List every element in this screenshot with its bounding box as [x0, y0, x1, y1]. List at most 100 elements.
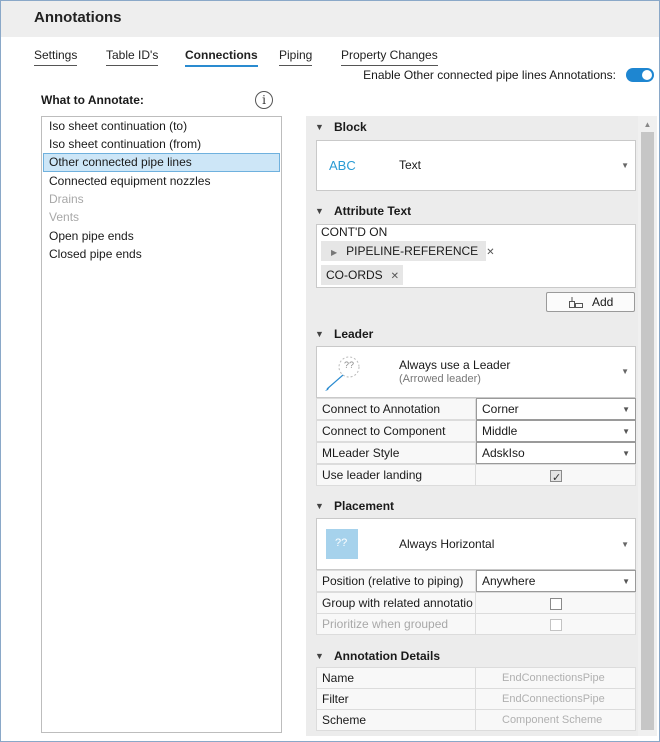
leader-type-dropdown[interactable]: ?? Always use a Leader (Arrowed leader) … [316, 346, 636, 398]
group-with-related-checkbox[interactable] [550, 598, 562, 610]
section-block-header[interactable]: ▼ Block [306, 116, 638, 138]
tab-table-ids[interactable]: Table ID's [106, 48, 159, 66]
prop-key: MLeader Style [316, 442, 476, 464]
leader-preview-text: ?? [344, 360, 355, 370]
block-preview-abc: ABC [329, 158, 356, 173]
enable-annotations-toggle[interactable] [626, 68, 654, 82]
tab-settings[interactable]: Settings [34, 48, 78, 66]
use-leader-landing-checkbox[interactable] [550, 468, 562, 485]
select-value: Corner [482, 402, 519, 416]
prop-key: Connect to Component [316, 420, 476, 442]
window-title: Annotations [34, 9, 122, 26]
attribute-text-editor[interactable]: CONT'D ON ▶ PIPELINE-REFERENCE ✕ CO-ORDS ✕ [316, 224, 636, 288]
chip-label: PIPELINE-REFERENCE [346, 244, 479, 258]
connect-to-annotation-select[interactable]: Corner ▼ [476, 398, 636, 420]
chevron-down-icon: ▼ [622, 449, 630, 458]
collapse-caret-icon[interactable]: ▼ [315, 116, 324, 138]
block-type-dropdown[interactable]: ABC Text ▼ [316, 140, 636, 191]
section-attribute-text-header[interactable]: ▼ Attribute Text [306, 200, 638, 222]
prop-connect-to-annotation: Connect to Annotation Corner ▼ [316, 398, 636, 420]
properties-scrollbar[interactable]: ▲ [638, 116, 657, 736]
section-annotation-details-header[interactable]: ▼ Annotation Details [306, 645, 638, 667]
prop-connect-to-component: Connect to Component Middle ▼ [316, 420, 636, 442]
chevron-down-icon: ▼ [622, 427, 630, 436]
title-bar: Annotations [1, 1, 659, 37]
prop-key: Use leader landing [316, 464, 476, 486]
tab-property-changes[interactable]: Property Changes [341, 48, 438, 66]
prop-value [476, 464, 636, 486]
section-placement-header[interactable]: ▼ Placement [306, 495, 638, 517]
scroll-thumb[interactable] [641, 132, 654, 730]
leader-preview-icon [323, 355, 363, 395]
prop-prioritize-when-grouped: Prioritize when grouped [316, 613, 636, 635]
select-value: AdskIso [482, 446, 525, 460]
prop-key: Group with related annotatio [316, 592, 476, 614]
prop-group-with-related: Group with related annotatio [316, 592, 636, 614]
list-item-other-connected-pipe-lines[interactable]: Other connected pipe lines [43, 153, 280, 172]
chevron-down-icon: ▼ [621, 367, 629, 376]
attribute-text-line: CONT'D ON [321, 225, 388, 239]
prop-mleader-style: MLeader Style AdskIso ▼ [316, 442, 636, 464]
mleader-style-select[interactable]: AdskIso ▼ [476, 442, 636, 464]
collapse-caret-icon[interactable]: ▼ [315, 200, 324, 222]
section-block-title: Block [334, 120, 367, 134]
prop-filter: Filter EndConnectionsPipe [316, 688, 636, 710]
collapse-caret-icon[interactable]: ▼ [315, 645, 324, 667]
attribute-chip-pipeline-reference[interactable]: ▶ PIPELINE-REFERENCE ✕ [321, 241, 495, 261]
chip-expand-icon[interactable]: ▶ [331, 248, 337, 257]
prop-value [476, 613, 636, 635]
placement-type-dropdown[interactable]: ?? Always Horizontal ▼ [316, 518, 636, 570]
prop-value: EndConnectionsPipe [476, 688, 636, 710]
block-type-value: Text [399, 158, 422, 172]
chip-remove-icon[interactable]: ✕ [486, 247, 494, 258]
tab-connections[interactable]: Connections [185, 48, 258, 67]
prop-use-leader-landing: Use leader landing [316, 464, 636, 486]
prop-value: Component Scheme [476, 709, 636, 731]
list-item-connected-equipment-nozzles[interactable]: Connected equipment nozzles [43, 172, 280, 191]
chip-label: CO-ORDS [326, 268, 383, 282]
position-select[interactable]: Anywhere ▼ [476, 570, 636, 592]
list-item-drains: Drains [49, 192, 84, 206]
placement-preview-text: ?? [335, 537, 348, 549]
connect-to-component-select[interactable]: Middle ▼ [476, 420, 636, 442]
chevron-down-icon: ▼ [621, 161, 629, 170]
prop-key: Connect to Annotation [316, 398, 476, 420]
chip-remove-icon[interactable]: ✕ [391, 271, 399, 282]
what-to-annotate-list[interactable]: Iso sheet continuation (to) Iso sheet co… [41, 116, 282, 733]
section-placement-title: Placement [334, 499, 395, 513]
chevron-down-icon: ▼ [622, 405, 630, 414]
section-leader-title: Leader [334, 327, 374, 341]
info-icon[interactable]: i [255, 91, 273, 109]
list-item-vents: Vents [49, 210, 80, 224]
add-field-icon [569, 296, 583, 308]
prop-name: Name EndConnectionsPipe [316, 667, 636, 689]
collapse-caret-icon[interactable]: ▼ [315, 495, 324, 517]
add-attribute-button[interactable]: Add [546, 292, 635, 312]
attribute-chip-co-ords[interactable]: CO-ORDS ✕ [321, 265, 403, 285]
list-item-iso-sheet-to[interactable]: Iso sheet continuation (to) [43, 117, 280, 136]
chevron-down-icon: ▼ [622, 577, 630, 586]
prop-key: Position (relative to piping) [316, 570, 476, 592]
select-value: Anywhere [482, 574, 536, 588]
toggle-knob [642, 70, 652, 80]
section-annotation-details-title: Annotation Details [334, 649, 441, 663]
chevron-down-icon: ▼ [621, 540, 629, 549]
prop-key: Prioritize when grouped [316, 613, 476, 635]
leader-type-value: Always use a Leader [399, 358, 511, 372]
list-item-open-pipe-ends[interactable]: Open pipe ends [43, 227, 280, 246]
add-button-label: Add [592, 295, 614, 309]
list-item-closed-pipe-ends[interactable]: Closed pipe ends [43, 245, 280, 264]
prop-value: EndConnectionsPipe [476, 667, 636, 689]
tab-piping[interactable]: Piping [279, 48, 313, 66]
prop-key: Scheme [316, 709, 476, 731]
prop-scheme: Scheme Component Scheme [316, 709, 636, 731]
leader-type-subvalue: (Arrowed leader) [399, 373, 481, 385]
scroll-up-arrow-icon[interactable]: ▲ [638, 118, 657, 132]
placement-type-value: Always Horizontal [399, 537, 495, 551]
section-attribute-text-title: Attribute Text [334, 204, 412, 218]
prop-value [476, 592, 636, 614]
prop-key: Filter [316, 688, 476, 710]
collapse-caret-icon[interactable]: ▼ [315, 323, 324, 345]
list-item-iso-sheet-from[interactable]: Iso sheet continuation (from) [43, 135, 280, 154]
section-leader-header[interactable]: ▼ Leader [306, 323, 638, 345]
